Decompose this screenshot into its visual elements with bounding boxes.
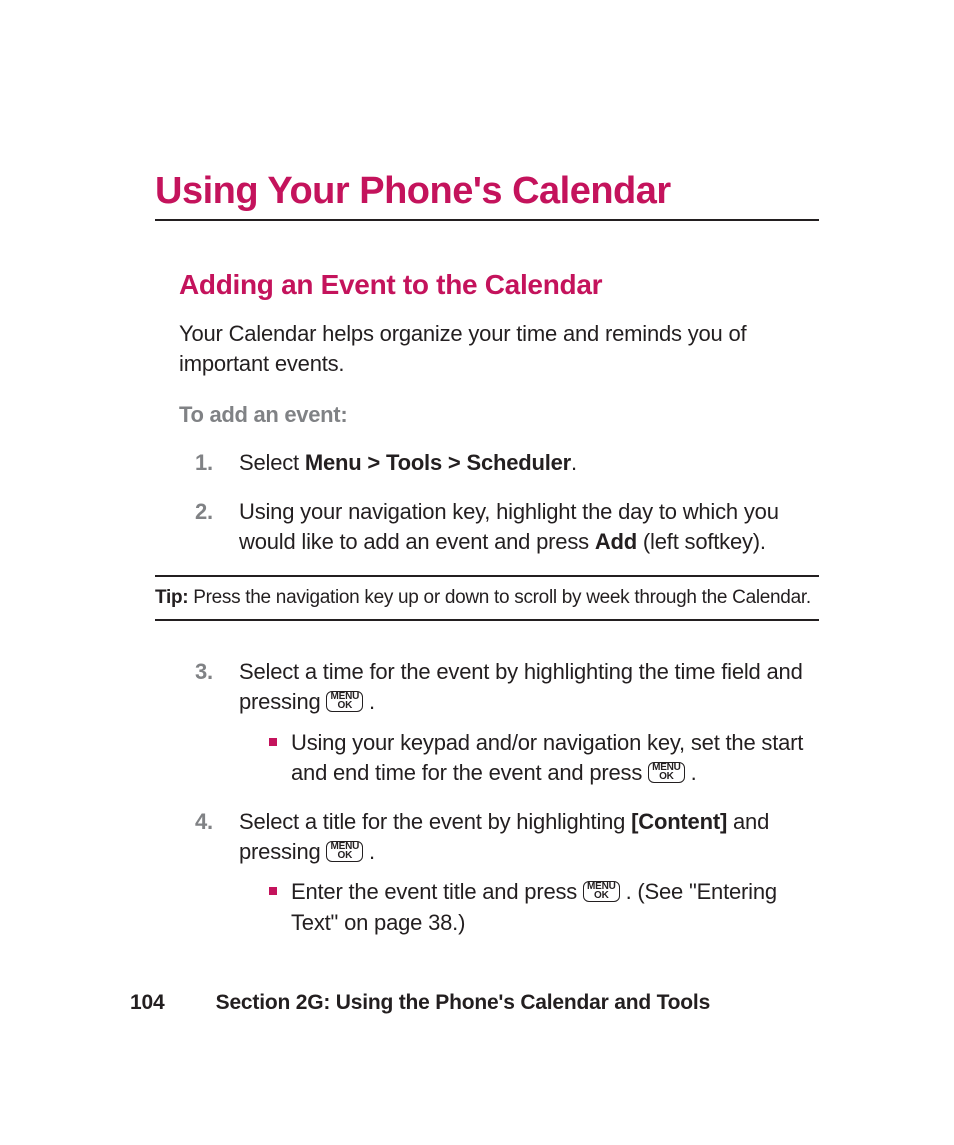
sub-text: Using your keypad and/or navigation key,… (291, 730, 803, 785)
step-number: 2. (195, 497, 213, 527)
sub-text: Enter the event title and press (291, 879, 583, 904)
sub-item: Using your keypad and/or navigation key,… (269, 728, 819, 789)
step-list-continued: 3. Select a time for the event by highli… (155, 657, 819, 938)
menu-ok-key-icon: MENUOK (326, 841, 363, 862)
step-item: 3. Select a time for the event by highli… (155, 657, 819, 788)
step-text: . (363, 839, 375, 864)
step-text: (left softkey). (637, 529, 766, 554)
footer-section: Section 2G: Using the Phone's Calendar a… (216, 991, 710, 1014)
step-bold: [Content] (631, 809, 727, 834)
procedure-label: To add an event: (179, 402, 819, 428)
intro-paragraph: Your Calendar helps organize your time a… (179, 319, 819, 378)
document-page: Using Your Phone's Calendar Adding an Ev… (0, 0, 954, 1145)
step-number: 3. (195, 657, 213, 687)
menu-ok-key-icon: MENUOK (326, 691, 363, 712)
page-footer: 104 Section 2G: Using the Phone's Calend… (130, 991, 819, 1015)
step-item: 1. Select Menu > Tools > Scheduler. (155, 448, 819, 478)
step-text: . (363, 689, 375, 714)
step-item: 2. Using your navigation key, highlight … (155, 497, 819, 558)
page-number: 104 (130, 991, 210, 1015)
step-text: Select (239, 450, 305, 475)
sub-list: Enter the event title and press MENUOK .… (239, 877, 819, 938)
step-number: 4. (195, 807, 213, 837)
step-item: 4. Select a title for the event by highl… (155, 807, 819, 938)
sub-item: Enter the event title and press MENUOK .… (269, 877, 819, 938)
tip-box: Tip: Press the navigation key up or down… (155, 575, 819, 621)
step-number: 1. (195, 448, 213, 478)
step-bold: Menu > Tools > Scheduler (305, 450, 571, 475)
step-text: Select a title for the event by highligh… (239, 809, 631, 834)
tip-label: Tip: (155, 587, 188, 608)
menu-ok-key-icon: MENUOK (648, 762, 685, 783)
step-text: Select a time for the event by highlight… (239, 659, 803, 714)
sub-list: Using your keypad and/or navigation key,… (239, 728, 819, 789)
sub-text: . (685, 760, 697, 785)
menu-ok-key-icon: MENUOK (583, 881, 620, 902)
tip-text: Press the navigation key up or down to s… (188, 587, 811, 608)
section-heading: Adding an Event to the Calendar (179, 269, 819, 301)
step-list: 1. Select Menu > Tools > Scheduler. 2. U… (155, 448, 819, 557)
step-bold: Add (595, 529, 637, 554)
step-text: . (571, 450, 577, 475)
page-title: Using Your Phone's Calendar (155, 170, 819, 221)
